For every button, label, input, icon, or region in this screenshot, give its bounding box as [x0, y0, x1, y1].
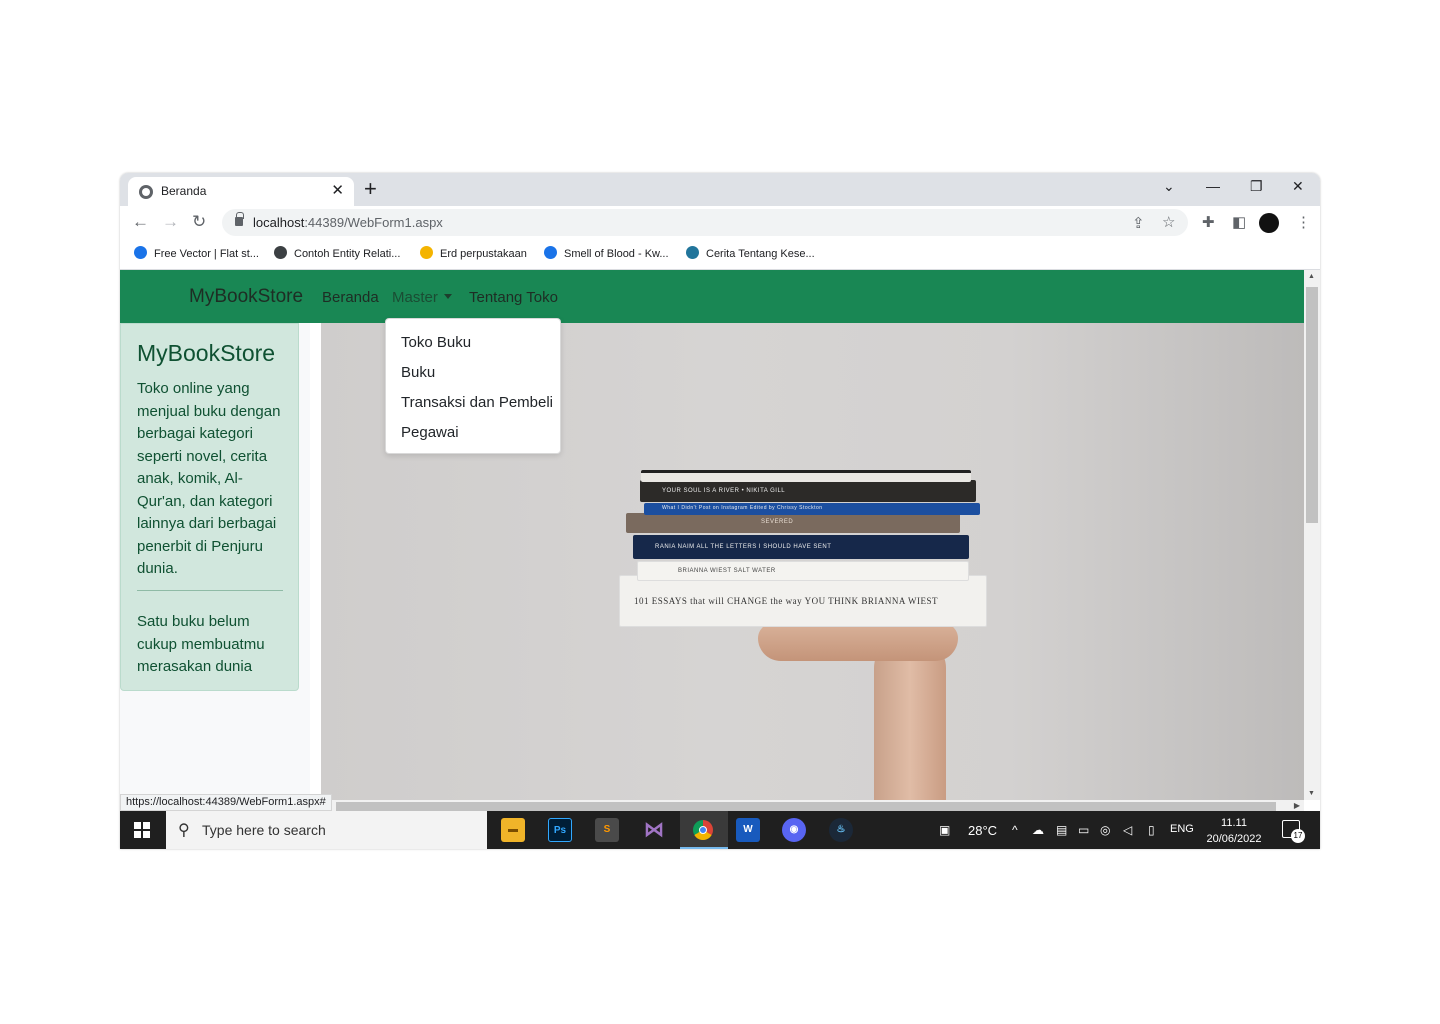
windows-taskbar: ⚲ Type here to search ▬ Ps S ⋈ W ◉ ♨ ▣ 2… — [120, 811, 1320, 849]
card-description: Toko online yang menjual buku dengan ber… — [137, 380, 281, 577]
book-soul-river: YOUR SOUL IS A RIVER • NIKITA GILL — [640, 480, 976, 502]
bookmarks-bar: Free Vector | Flat st... Contoh Entity R… — [120, 239, 1320, 270]
restore-icon[interactable]: ❐ — [1250, 178, 1263, 195]
info-card: MyBookStore Toko online yang menjual buk… — [120, 323, 299, 691]
back-icon[interactable]: ← — [132, 212, 149, 232]
caret-down-icon — [443, 294, 452, 299]
extensions-icon[interactable]: ✚ — [1202, 213, 1215, 231]
bookmark-item[interactable]: Erd perpustakaan — [420, 246, 527, 260]
globe-icon — [139, 185, 153, 199]
arm-shape — [874, 638, 946, 800]
temperature[interactable]: 28°C — [968, 823, 997, 838]
card-divider — [137, 590, 283, 591]
tab-beranda[interactable]: Beranda ✕ — [128, 177, 354, 206]
nav-master[interactable]: Master — [392, 289, 452, 306]
photoshop-icon[interactable]: Ps — [548, 818, 572, 842]
vertical-scrollbar[interactable]: ▲ ▼ — [1304, 270, 1320, 800]
steam-icon[interactable]: ♨ — [829, 818, 853, 842]
status-bar-url: https://localhost:44389/WebForm1.aspx# — [120, 794, 332, 811]
minimize-icon[interactable]: — — [1206, 178, 1220, 194]
chrome-taskbar-button[interactable] — [680, 811, 728, 849]
bookmark-favicon-icon — [134, 246, 147, 259]
star-icon[interactable]: ☆ — [1162, 213, 1175, 231]
profile-avatar[interactable] — [1259, 213, 1279, 233]
bookmark-item[interactable]: Cerita Tentang Kese... — [686, 246, 815, 260]
cloud-icon[interactable]: ☁ — [1032, 823, 1044, 837]
scroll-down-icon[interactable]: ▼ — [1308, 790, 1315, 797]
file-explorer-icon[interactable]: ▬ — [501, 818, 525, 842]
visual-studio-icon[interactable]: ⋈ — [642, 818, 666, 842]
sidebar-gutter — [310, 323, 321, 800]
tab-title: Beranda — [161, 184, 207, 198]
tab-search-icon[interactable]: ⌄ — [1163, 178, 1175, 195]
card-title: MyBookStore — [137, 340, 276, 366]
scroll-up-icon[interactable]: ▲ — [1308, 273, 1315, 280]
hand-shape — [758, 623, 958, 661]
navbar-brand[interactable]: MyBookStore — [189, 286, 303, 308]
word-icon[interactable]: W — [736, 818, 760, 842]
nav-beranda[interactable]: Beranda — [322, 289, 379, 306]
scroll-right-icon[interactable]: ▶ — [1294, 801, 1300, 810]
tab-close-icon[interactable]: ✕ — [331, 181, 344, 199]
menu-icon[interactable]: ⋮ — [1296, 213, 1311, 231]
book-instagram: What I Didn't Post on Instagram Edited b… — [644, 503, 980, 515]
discord-icon[interactable]: ◉ — [782, 818, 806, 842]
share-icon[interactable]: ⇪ — [1132, 214, 1145, 232]
address-bar[interactable]: localhost:44389/WebForm1.aspx ⇪ ☆ — [222, 209, 1188, 236]
book-salt-water: BRIANNA WIEST SALT WATER — [637, 561, 969, 581]
notification-icon[interactable]: 17 — [1282, 820, 1305, 843]
dropdown-item-pegawai[interactable]: Pegawai — [401, 424, 459, 441]
windows-start-icon[interactable] — [134, 822, 150, 838]
forward-icon[interactable]: → — [162, 212, 179, 232]
tab-strip: Beranda ✕ + ⌄ — ❐ ✕ — [120, 173, 1320, 206]
book-top — [641, 470, 971, 482]
input-icon[interactable]: ▯ — [1148, 823, 1155, 837]
network-icon[interactable]: ◎ — [1100, 823, 1110, 837]
search-placeholder: Type here to search — [202, 822, 326, 838]
clock[interactable]: 11.11 20/06/2022 — [1204, 815, 1264, 847]
weather-icon[interactable]: ▣ — [939, 823, 950, 837]
side-panel-icon[interactable]: ◧ — [1232, 213, 1246, 231]
dropdown-item-toko-buku[interactable]: Toko Buku — [401, 334, 471, 351]
master-dropdown-menu: Toko Buku Buku Transaksi dan Pembeli Peg… — [385, 318, 561, 454]
book-bottom: 101 ESSAYS that will CHANGE the way YOU … — [619, 575, 987, 627]
bookmark-item[interactable]: Contoh Entity Relati... — [274, 246, 400, 260]
bookmark-item[interactable]: Smell of Blood - Kw... — [544, 246, 669, 260]
close-window-icon[interactable]: ✕ — [1292, 178, 1304, 195]
bookmark-favicon-icon — [420, 246, 433, 259]
dropdown-item-transaksi[interactable]: Transaksi dan Pembeli — [401, 394, 553, 411]
page-viewport: MyBookStore Beranda Master Tentang Toko … — [120, 270, 1304, 800]
new-tab-button[interactable]: + — [364, 176, 377, 202]
dropdown-item-buku[interactable]: Buku — [401, 364, 435, 381]
chevron-up-icon[interactable]: ^ — [1012, 823, 1018, 837]
browser-toolbar: ← → ↻ localhost:44389/WebForm1.aspx ⇪ ☆ … — [120, 206, 1320, 239]
battery-icon[interactable]: ▭ — [1078, 823, 1089, 837]
bookmark-favicon-icon — [686, 246, 699, 259]
browser-window: Beranda ✕ + ⌄ — ❐ ✕ ← → ↻ localhost:4438… — [120, 173, 1320, 849]
nav-tentang-toko[interactable]: Tentang Toko — [469, 289, 558, 306]
book-severed: SEVERED — [626, 513, 960, 533]
clock-date: 20/06/2022 — [1206, 833, 1262, 845]
display-icon[interactable]: ▤ — [1056, 823, 1067, 837]
sublime-text-icon[interactable]: S — [595, 818, 619, 842]
site-navbar: MyBookStore Beranda Master Tentang Toko — [120, 270, 1304, 323]
volume-icon[interactable]: ◁ — [1123, 823, 1132, 837]
search-icon: ⚲ — [178, 822, 190, 839]
card-quote: Satu buku belum cukup membuatmu merasaka… — [137, 613, 265, 675]
clock-time: 11.11 — [1221, 817, 1247, 829]
reload-icon[interactable]: ↻ — [192, 212, 206, 232]
book-all-the-letters: RANIA NAIM ALL THE LETTERS I SHOULD HAVE… — [633, 535, 969, 559]
bookmark-favicon-icon — [274, 246, 287, 259]
scroll-thumb[interactable] — [1306, 287, 1318, 523]
language-indicator[interactable]: ENG — [1170, 823, 1194, 835]
url-text: localhost:44389/WebForm1.aspx — [253, 215, 443, 230]
notification-count: 17 — [1291, 829, 1305, 843]
taskbar-search-box[interactable]: ⚲ Type here to search — [166, 811, 487, 849]
bookmark-item[interactable]: Free Vector | Flat st... — [134, 246, 259, 260]
lock-icon — [235, 212, 244, 226]
bookmark-favicon-icon — [544, 246, 557, 259]
